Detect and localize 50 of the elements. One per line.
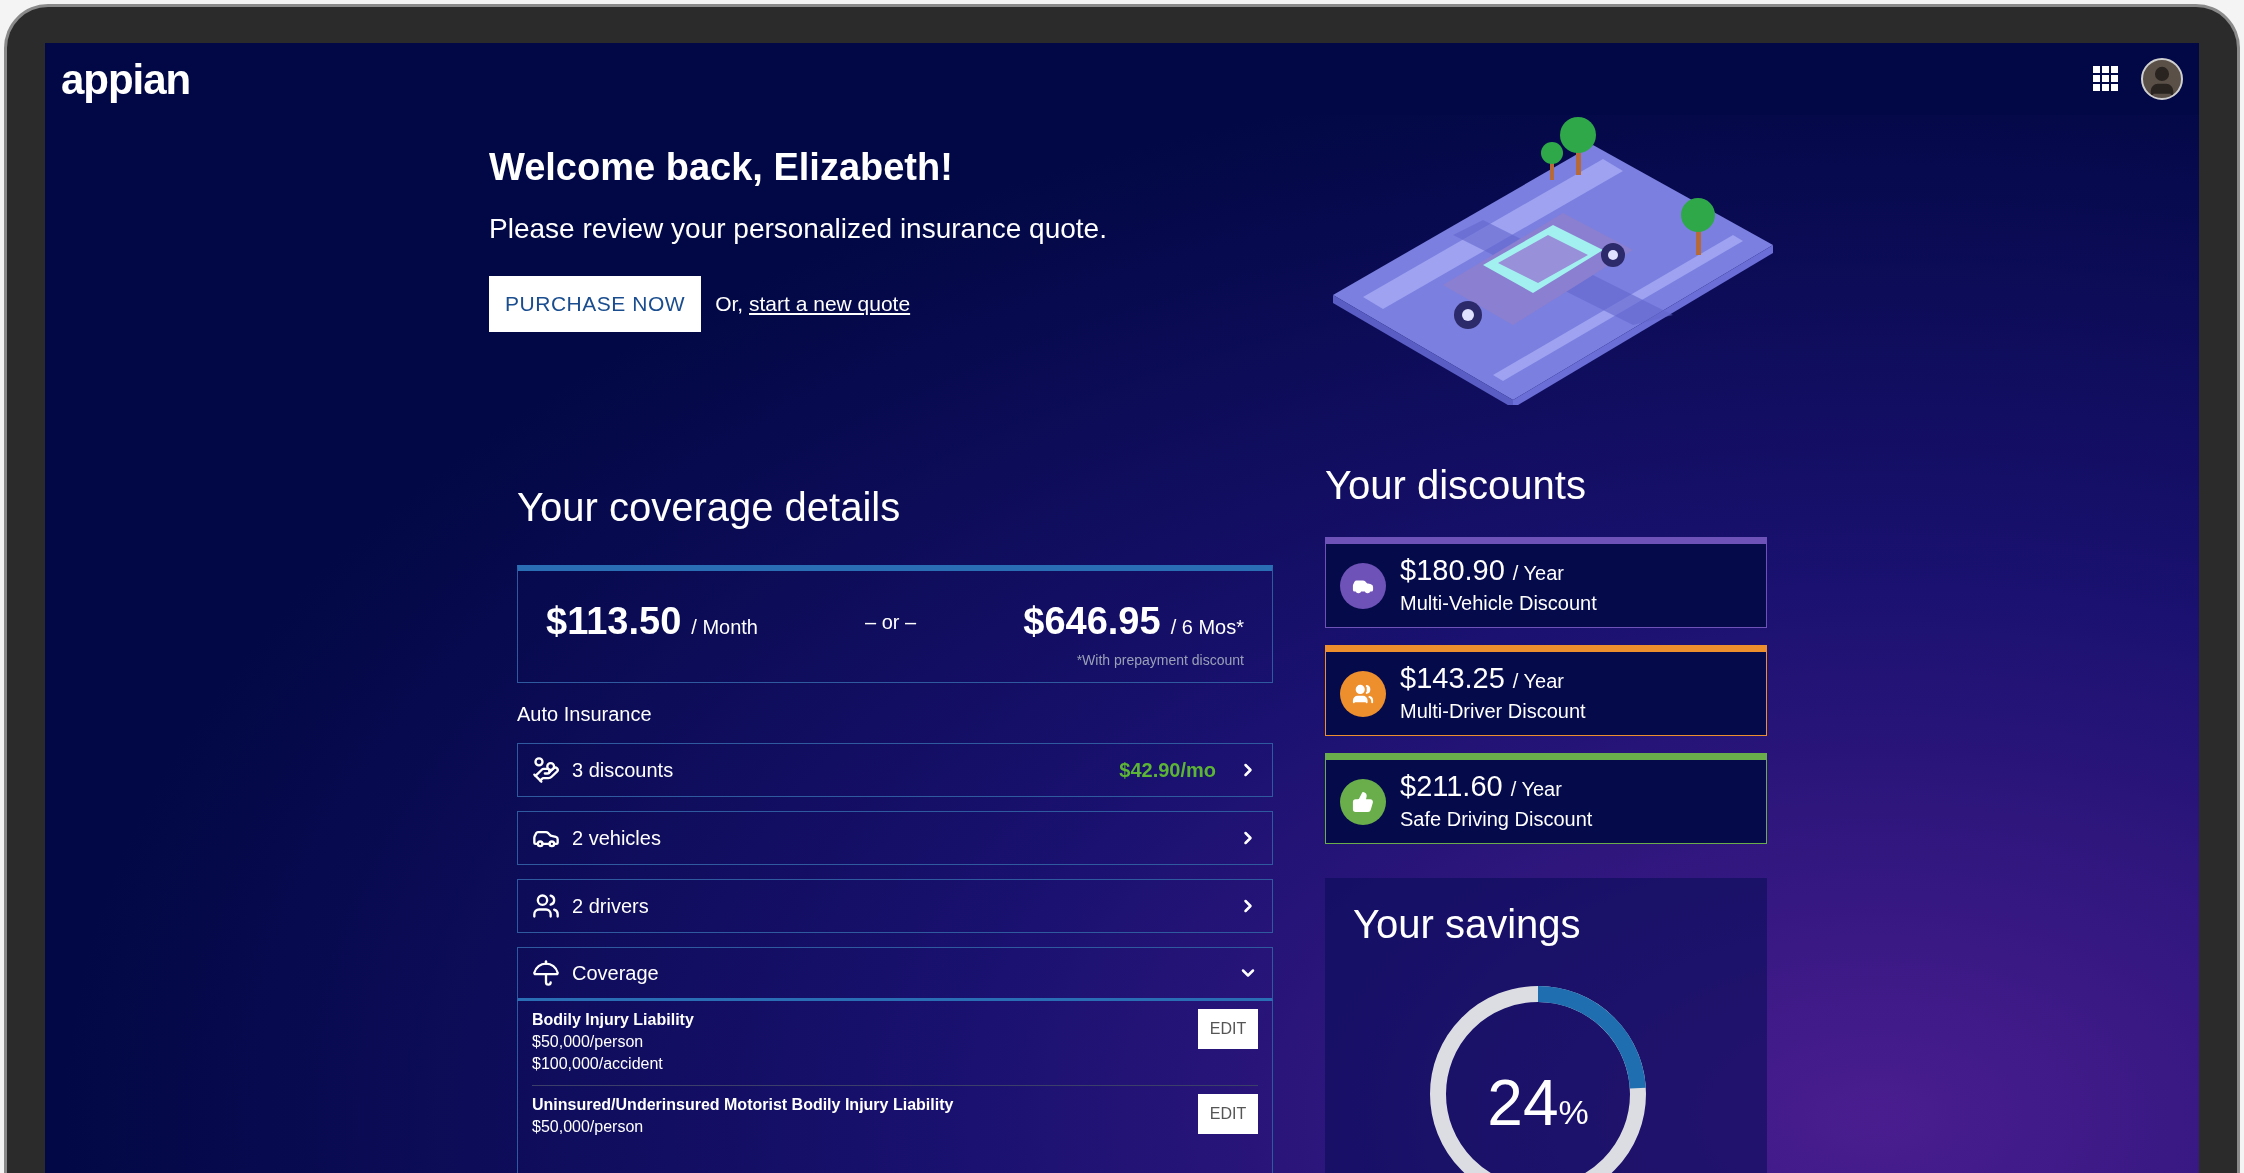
row-label: Coverage (572, 961, 660, 986)
people-icon (532, 892, 560, 920)
percent-sign: % (1558, 1095, 1589, 1129)
prepayment-note: *With prepayment discount (1076, 651, 1244, 670)
discount-value: $42.90/mo (1119, 758, 1216, 783)
hand-coin-icon (532, 756, 560, 784)
coverage-item-value: $50,000/person (532, 1117, 645, 1137)
accordion-row[interactable]: 2 drivers (517, 879, 1273, 933)
purchase-button[interactable]: PURCHASE NOW (489, 276, 702, 332)
discount-amount: $143.25 (1400, 661, 1505, 695)
monthly-unit: / Month (691, 615, 758, 640)
discount-label: Multi-Vehicle Discount (1400, 591, 1597, 616)
monthly-price: $113.50 (546, 599, 682, 644)
coverage-item-value: $50,000/person (532, 1032, 645, 1052)
savings-percent: 24 (1487, 1071, 1559, 1135)
discounts-title: Your discounts (1325, 462, 1587, 509)
section-label: Auto Insurance (517, 702, 653, 727)
savings-title: Your savings (1353, 901, 1582, 948)
thumbs-up-icon (1352, 790, 1374, 813)
new-quote-link[interactable]: start a new quote (749, 292, 911, 316)
coverage-item-title: Bodily Injury Liability (532, 1010, 694, 1030)
new-quote-text: Or, start a new quote (715, 291, 911, 318)
row-label: 3 discounts (572, 758, 675, 783)
discount-unit: / Year (1512, 561, 1564, 586)
or-separator: – or – (865, 610, 917, 635)
accordion-row[interactable]: Coverage (517, 947, 1273, 1001)
avatar[interactable] (2141, 58, 2183, 100)
six-month-unit: / 6 Mos* (1170, 615, 1244, 640)
app-grid-icon[interactable] (2093, 66, 2119, 92)
welcome-subtitle: Please review your personalized insurance quote. (489, 212, 1108, 246)
welcome-title: Welcome back, Elizabeth! (489, 145, 954, 190)
people-icon (1352, 682, 1374, 705)
six-month-price: $646.95 (1023, 599, 1161, 644)
row-label: 2 vehicles (572, 826, 662, 851)
coverage-item-title: Uninsured/Underinsured Motorist Bodily Injury Liability (532, 1095, 954, 1115)
accordion-row[interactable]: 2 vehicles (517, 811, 1273, 865)
umbrella-icon (532, 959, 560, 987)
discount-amount: $180.90 (1400, 553, 1505, 587)
discount-unit: / Year (1512, 669, 1564, 694)
edit-button[interactable]: EDIT (1198, 1094, 1258, 1134)
accordion-row[interactable]: 3 discounts $42.90/mo (517, 743, 1273, 797)
coverage-title: Your coverage details (517, 484, 902, 531)
edit-button[interactable]: EDIT (1198, 1009, 1258, 1049)
discount-label: Safe Driving Discount (1400, 807, 1593, 832)
discount-amount: $211.60 (1400, 769, 1503, 803)
row-label: 2 drivers (572, 894, 650, 919)
discount-label: Multi-Driver Discount (1400, 699, 1586, 724)
discount-unit: / Year (1510, 777, 1562, 802)
logo[interactable]: appian (61, 47, 191, 111)
coverage-item-value: $100,000/accident (532, 1054, 664, 1074)
